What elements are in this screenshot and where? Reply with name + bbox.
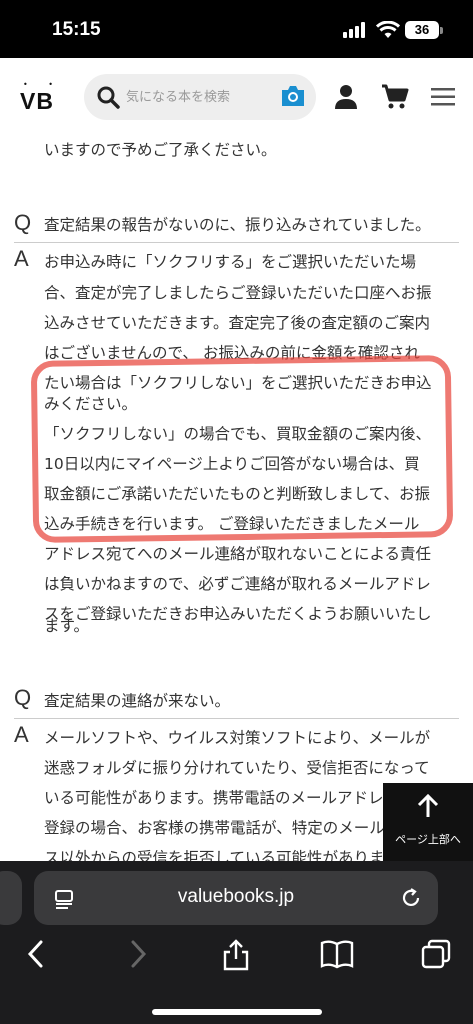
logo-text: VB — [20, 88, 54, 114]
battery-icon: 36 — [405, 21, 439, 39]
answer-line: メールソフトや、ウイルス対策ソフトにより、メールが — [44, 729, 431, 747]
arrow-up-icon — [417, 793, 439, 817]
answer-line: ます。 — [44, 617, 89, 635]
faq-a-mark: A — [14, 722, 29, 747]
cart-icon[interactable] — [381, 84, 409, 110]
answer-line: アドレス宛てへのメール連絡が取れないことによる責任 — [44, 545, 432, 563]
reload-icon[interactable] — [400, 887, 422, 909]
site-header: • • VB — [0, 58, 473, 136]
red-highlight-annotation — [30, 355, 454, 543]
answer-line: 迷惑フォルダに振り分けれていたり、受信拒否になって — [44, 759, 430, 777]
wifi-icon — [376, 21, 400, 38]
camera-icon[interactable] — [280, 84, 306, 108]
answer-line: スをご登録いただきお申込みいただくようお願いいたし — [44, 605, 432, 623]
previous-tab[interactable] — [0, 871, 22, 925]
answer-line: いる可能性があります。携帯電話のメールアドレスでご — [44, 789, 430, 807]
answer-line: 合、査定が完了しましたらご登録いただいた口座へお振 — [44, 284, 432, 302]
back-to-top-button[interactable]: ページ上部へ — [383, 783, 473, 861]
forward-icon[interactable] — [128, 939, 148, 969]
faq-question: 査定結果の報告がないのに、振り込みされていました。 — [44, 216, 431, 234]
browser-toolbar: valuebooks.jp — [0, 861, 473, 1024]
search-box[interactable] — [84, 74, 316, 120]
back-to-top-label: ページ上部へ — [395, 833, 461, 846]
faq-a-mark: A — [14, 246, 29, 271]
faq-q-mark: Q — [14, 210, 32, 235]
search-icon — [97, 86, 120, 109]
answer-line: 込みさせていただきます。査定完了後の査定額のご案内 — [44, 314, 430, 332]
bookmarks-icon[interactable] — [320, 939, 354, 969]
faq-divider — [14, 242, 459, 243]
search-input[interactable] — [126, 82, 266, 112]
site-logo[interactable]: • • VB — [20, 80, 62, 114]
status-bar: 15:15 36 — [0, 0, 473, 58]
url-text: valuebooks.jp — [177, 886, 295, 907]
intro-tail-text: いますので予めご了承ください。 — [44, 141, 277, 159]
cellular-signal-icon — [343, 22, 365, 38]
hamburger-menu-icon[interactable] — [431, 87, 455, 107]
tabs-icon[interactable] — [421, 939, 451, 969]
faq-divider — [14, 718, 459, 719]
battery-tip — [440, 27, 443, 34]
address-bar[interactable]: valuebooks.jp — [34, 871, 438, 925]
share-icon[interactable] — [223, 939, 249, 971]
account-icon[interactable] — [334, 84, 358, 110]
faq-question: 査定結果の連絡が来ない。 — [44, 692, 231, 710]
answer-line: 登録の場合、お客様の携帯電話が、特定のメールアドレ — [44, 819, 432, 837]
answer-line: は負いかねますので、必ずご連絡が取れるメールアドレ — [44, 575, 431, 593]
answer-line: お申込み時に「ソクフリする」をご選択いただいた場 — [44, 253, 417, 271]
home-indicator — [152, 1009, 322, 1015]
status-time: 15:15 — [52, 19, 101, 40]
back-icon[interactable] — [26, 939, 46, 969]
faq-q-mark: Q — [14, 685, 32, 710]
